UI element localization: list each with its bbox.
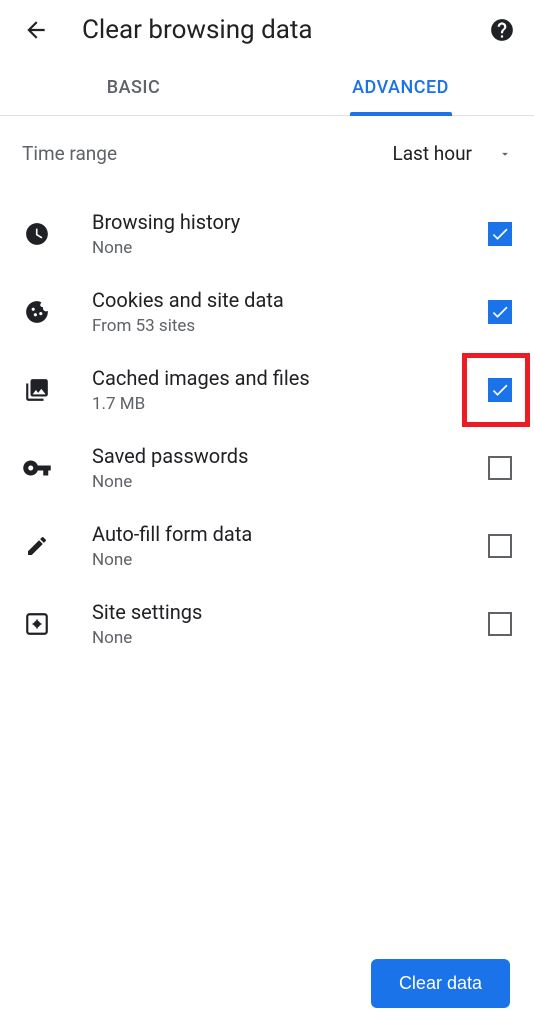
option-title: Auto-fill form data	[92, 522, 488, 546]
help-button[interactable]	[488, 16, 516, 44]
checkbox-passwords[interactable]	[488, 456, 512, 480]
images-icon	[22, 375, 52, 405]
check-icon	[490, 224, 510, 244]
option-browsing-history[interactable]: Browsing history None	[0, 195, 534, 273]
option-cookies[interactable]: Cookies and site data From 53 sites	[0, 273, 534, 351]
checkbox-site-settings[interactable]	[488, 612, 512, 636]
option-title: Cached images and files	[92, 366, 488, 390]
option-title: Cookies and site data	[92, 288, 488, 312]
arrow-back-icon	[23, 17, 49, 43]
option-subtitle: 1.7 MB	[92, 394, 488, 414]
option-subtitle: From 53 sites	[92, 316, 488, 336]
back-button[interactable]	[18, 12, 54, 48]
cookie-icon	[22, 297, 52, 327]
option-subtitle: None	[92, 628, 488, 648]
tab-basic[interactable]: BASIC	[0, 60, 267, 115]
option-subtitle: None	[92, 550, 488, 570]
checkbox-cached[interactable]	[488, 378, 512, 402]
clear-data-button[interactable]: Clear data	[371, 959, 510, 1008]
option-autofill[interactable]: Auto-fill form data None	[0, 507, 534, 585]
checkbox-browsing-history[interactable]	[488, 222, 512, 246]
option-subtitle: None	[92, 472, 488, 492]
option-passwords[interactable]: Saved passwords None	[0, 429, 534, 507]
page-title: Clear browsing data	[82, 15, 488, 45]
check-icon	[490, 302, 510, 322]
help-icon	[489, 17, 515, 43]
option-subtitle: None	[92, 238, 488, 258]
time-range-dropdown[interactable]: Last hour	[392, 142, 512, 165]
site-settings-icon	[22, 609, 52, 639]
clock-icon	[22, 219, 52, 249]
option-title: Site settings	[92, 600, 488, 624]
pencil-icon	[22, 531, 52, 561]
key-icon	[22, 453, 52, 483]
checkbox-cookies[interactable]	[488, 300, 512, 324]
option-site-settings[interactable]: Site settings None	[0, 585, 534, 663]
tab-advanced[interactable]: ADVANCED	[267, 60, 534, 115]
option-title: Browsing history	[92, 210, 488, 234]
time-range-label: Time range	[22, 142, 392, 165]
checkbox-autofill[interactable]	[488, 534, 512, 558]
option-cached[interactable]: Cached images and files 1.7 MB	[0, 351, 534, 429]
time-range-value: Last hour	[392, 142, 472, 165]
option-title: Saved passwords	[92, 444, 488, 468]
chevron-down-icon	[498, 147, 512, 161]
check-icon	[490, 380, 510, 400]
